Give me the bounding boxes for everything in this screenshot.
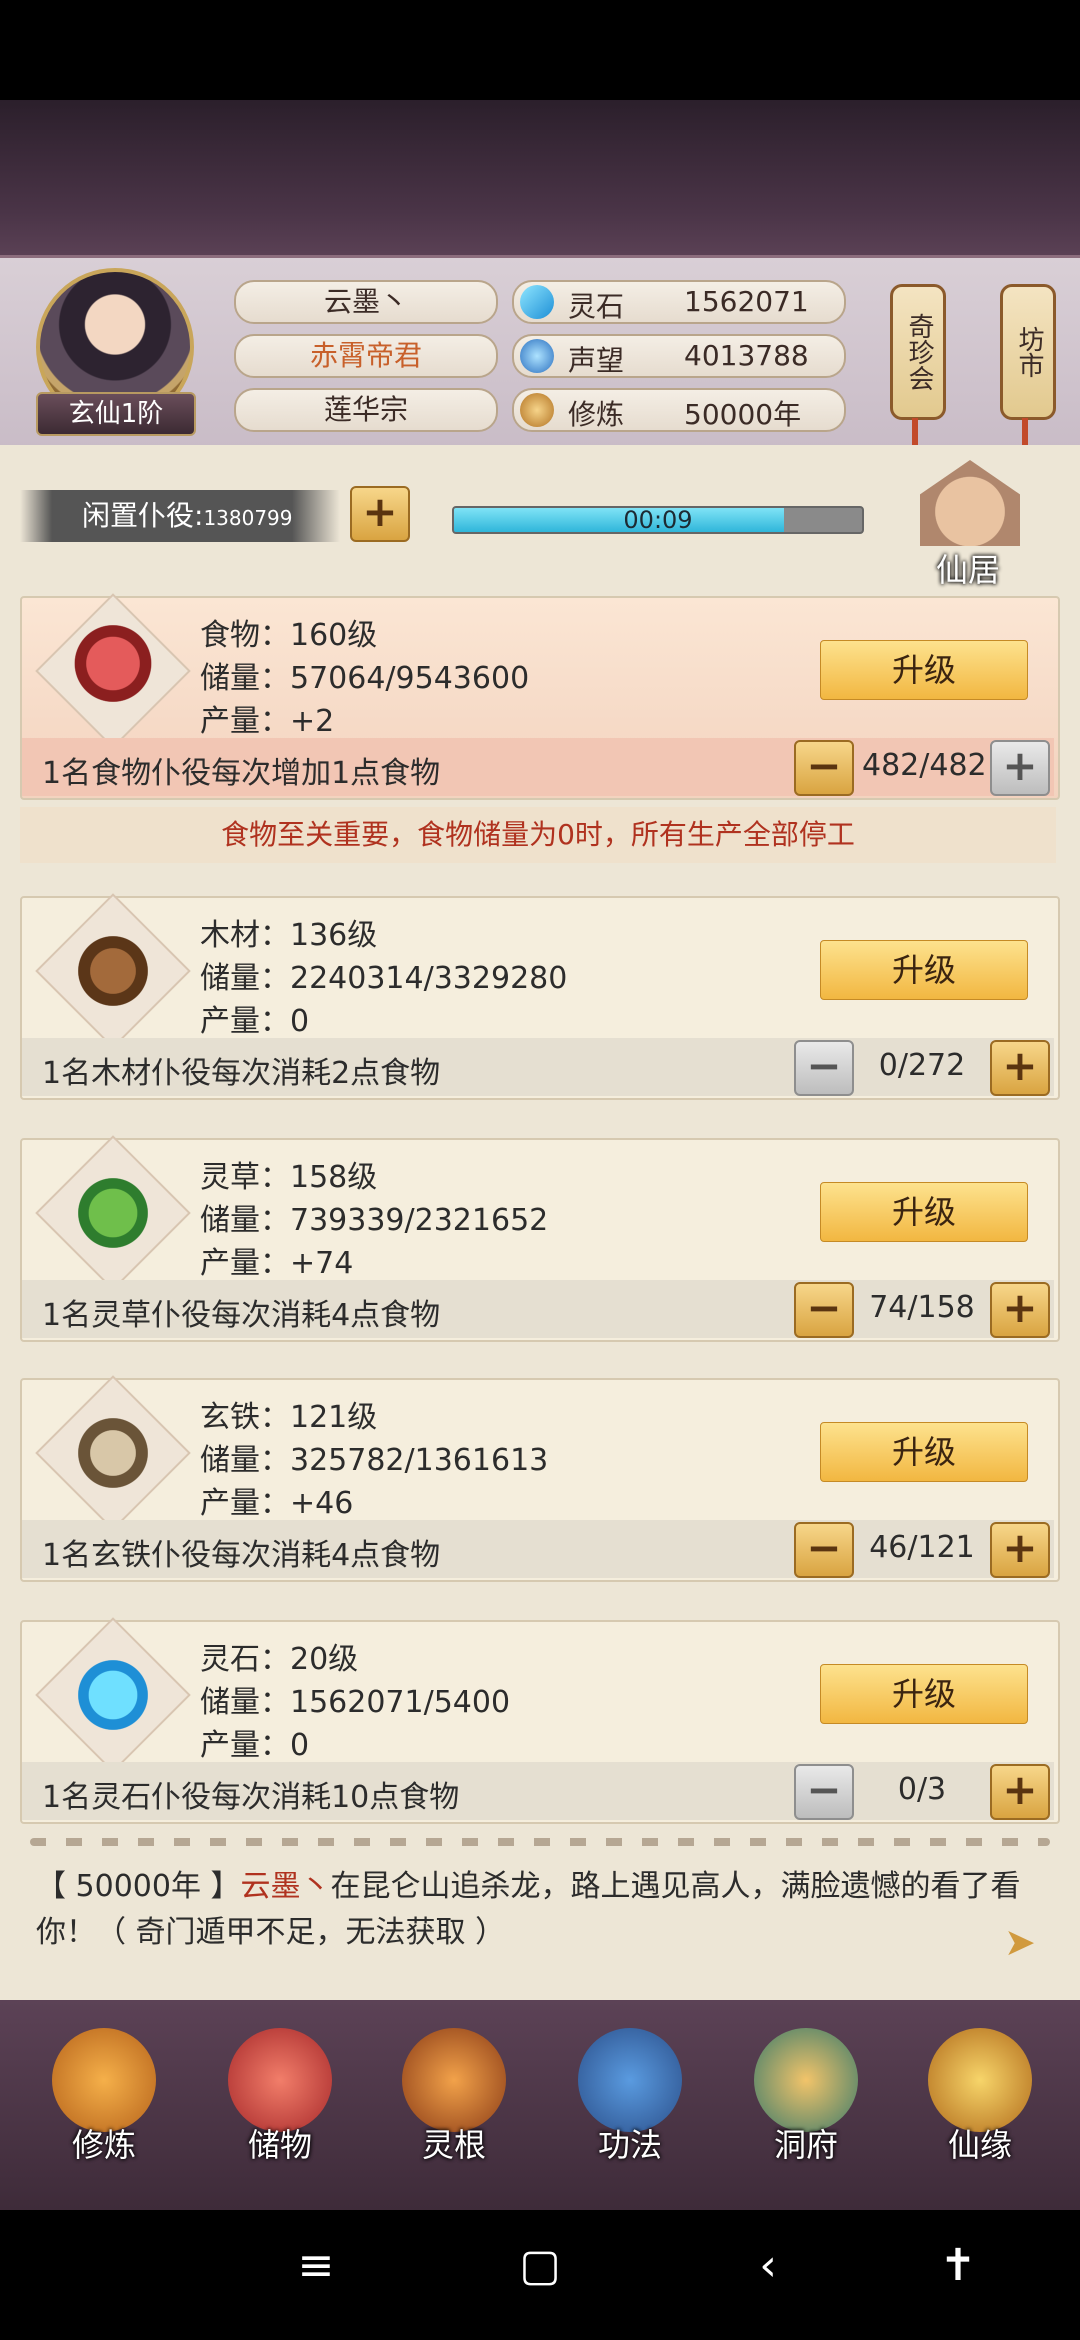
nav-label: 仙缘 bbox=[947, 2126, 1012, 2164]
residence-label[interactable]: 仙居 bbox=[898, 545, 1038, 591]
decrease-servant-button[interactable]: − bbox=[794, 1282, 854, 1338]
servant-count: 0/272 bbox=[878, 1048, 966, 1083]
upgrade-button[interactable]: 升级 bbox=[820, 1422, 1028, 1482]
nav-label: 灵根 bbox=[421, 2126, 486, 2164]
resource-level: 灵草：158级 bbox=[200, 1160, 378, 1195]
food-warning: 食物至关重要，食物储量为0时，所有生产全部停工 bbox=[20, 807, 1056, 863]
servant-count: 74/158 bbox=[869, 1290, 975, 1325]
resource-storage: 储量：2240314/3329280 bbox=[200, 961, 568, 996]
resource-storage: 储量：57064/9543600 bbox=[200, 661, 530, 696]
increase-servant-button[interactable]: + bbox=[990, 740, 1050, 796]
servant-note: 1名玄铁仆役每次消耗4点食物 bbox=[42, 1538, 441, 1573]
home-icon[interactable]: ▢ bbox=[500, 2240, 580, 2291]
status-bar bbox=[0, 0, 1080, 100]
upgrade-button[interactable]: 升级 bbox=[820, 940, 1028, 1000]
storage-bag-icon bbox=[228, 2028, 332, 2132]
increase-servant-button[interactable]: + bbox=[990, 1040, 1050, 1096]
player-name: 云墨丶 bbox=[234, 280, 498, 324]
upgrade-button[interactable]: 升级 bbox=[820, 640, 1028, 700]
accessibility-icon[interactable]: ✝ bbox=[918, 2240, 998, 2291]
player-sect[interactable]: 莲华宗 bbox=[234, 388, 498, 432]
servant-count: 46/121 bbox=[869, 1530, 975, 1565]
decrease-servant-button[interactable]: − bbox=[794, 740, 854, 796]
resource-level: 木材：136级 bbox=[200, 918, 378, 953]
stat-reputation: 声望 4013788 bbox=[512, 334, 846, 378]
nav-item[interactable]: 洞府 bbox=[736, 2010, 876, 2210]
resource-output: 产量：+74 bbox=[200, 1246, 354, 1281]
lantern-treasure-fair[interactable]: 奇珍会 bbox=[890, 284, 946, 420]
rank-badge: 玄仙1阶 bbox=[36, 392, 196, 436]
upgrade-button[interactable]: 升级 bbox=[820, 1182, 1028, 1242]
idle-servants: 闲置仆役:1380799 bbox=[20, 490, 340, 542]
upgrade-button[interactable]: 升级 bbox=[820, 1664, 1028, 1724]
lantern-market[interactable]: 坊市 bbox=[1000, 284, 1056, 420]
back-icon[interactable]: ‹ bbox=[728, 2240, 808, 2291]
resource-storage: 储量：1562071/5400 bbox=[200, 1685, 511, 1720]
nav-label: 储物 bbox=[247, 2126, 312, 2164]
nav-label: 功法 bbox=[597, 2126, 662, 2164]
player-title[interactable]: 赤霄帝君 bbox=[234, 334, 498, 378]
nav-item[interactable]: 储物 bbox=[210, 2010, 350, 2210]
servant-note: 1名食物仆役每次增加1点食物 bbox=[42, 756, 441, 791]
increase-servant-button[interactable]: + bbox=[990, 1764, 1050, 1820]
stat-cultivation: 修炼 50000年 bbox=[512, 388, 846, 432]
decrease-servant-button[interactable]: − bbox=[794, 1522, 854, 1578]
resource-level: 玄铁：121级 bbox=[200, 1400, 378, 1435]
nav-item[interactable]: 灵根 bbox=[384, 2010, 524, 2210]
increase-servant-button[interactable]: + bbox=[990, 1522, 1050, 1578]
cultivation-icon bbox=[520, 393, 554, 427]
stat-spirit-stone: 灵石 1562071 bbox=[512, 280, 846, 324]
decrease-servant-button[interactable]: − bbox=[794, 1764, 854, 1820]
decrease-servant-button[interactable]: − bbox=[794, 1040, 854, 1096]
log-next-arrow-icon[interactable]: ➤ bbox=[1004, 1920, 1044, 1964]
servant-count: 482/482 bbox=[862, 748, 987, 783]
resource-level: 灵石：20级 bbox=[200, 1642, 359, 1677]
cave-abode-icon bbox=[754, 2028, 858, 2132]
servant-note: 1名灵石仆役每次消耗10点食物 bbox=[42, 1780, 460, 1815]
resource-output: 产量：+2 bbox=[200, 704, 335, 739]
spirit-root-icon bbox=[402, 2028, 506, 2132]
technique-book-icon bbox=[578, 2028, 682, 2132]
divider bbox=[30, 1838, 1050, 1846]
resource-storage: 储量：739339/2321652 bbox=[200, 1203, 549, 1238]
nav-item[interactable]: 修炼 bbox=[34, 2010, 174, 2210]
servant-note: 1名灵草仆役每次消耗4点食物 bbox=[42, 1298, 441, 1333]
nav-label: 洞府 bbox=[773, 2126, 838, 2164]
scene-background bbox=[0, 100, 1080, 260]
reputation-icon bbox=[520, 339, 554, 373]
cultivate-icon bbox=[52, 2028, 156, 2132]
timer-text: 00:09 bbox=[623, 506, 693, 534]
resource-output: 产量：+46 bbox=[200, 1486, 354, 1521]
timer-progress-bar: 00:09 bbox=[452, 506, 864, 534]
nav-item[interactable]: 仙缘 bbox=[910, 2010, 1050, 2210]
servant-count: 0/3 bbox=[897, 1772, 947, 1807]
event-log: 【 50000年 】云墨丶在昆仑山追杀龙，路上遇见高人，满脸遗憾的看了看你！（ … bbox=[36, 1869, 1021, 1950]
increase-servant-button[interactable]: + bbox=[990, 1282, 1050, 1338]
nav-item[interactable]: 功法 bbox=[560, 2010, 700, 2210]
resource-output: 产量：0 bbox=[200, 1728, 310, 1763]
nav-label: 修炼 bbox=[71, 2126, 136, 2164]
menu-icon[interactable]: ≡ bbox=[276, 2240, 356, 2291]
spirit-stone-icon bbox=[520, 285, 554, 319]
fate-gourd-icon bbox=[928, 2028, 1032, 2132]
resource-output: 产量：0 bbox=[200, 1004, 310, 1039]
resource-storage: 储量：325782/1361613 bbox=[200, 1443, 549, 1478]
add-servant-button[interactable]: + bbox=[350, 486, 410, 542]
resource-level: 食物：160级 bbox=[200, 618, 378, 653]
servant-note: 1名木材仆役每次消耗2点食物 bbox=[42, 1056, 441, 1091]
